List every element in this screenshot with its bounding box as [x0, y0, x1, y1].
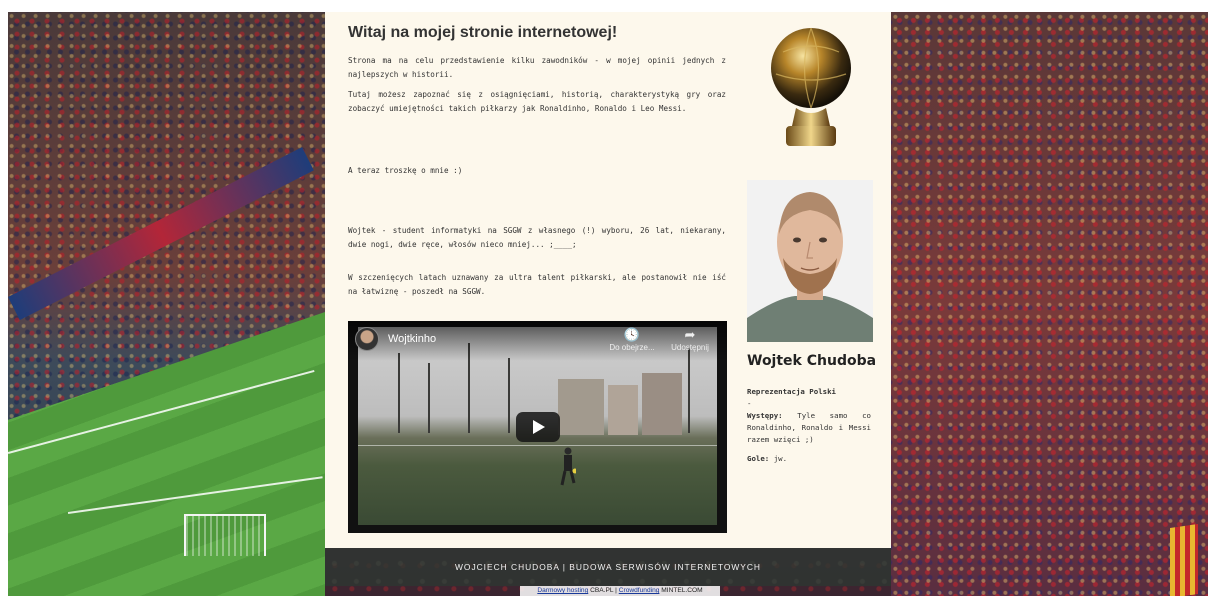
hosting-brand: CBA.PL — [590, 587, 614, 594]
footer-text: WOJCIECH CHUDOBA | BUDOWA SERWISÓW INTER… — [455, 562, 761, 572]
mintel-brand: MINTEL.COM — [661, 587, 703, 594]
team-label: Reprezentacja Polski — [747, 386, 871, 398]
share-label: Udostępnij — [671, 343, 709, 352]
profile-photo — [747, 180, 873, 342]
stadium-background-left — [8, 12, 325, 596]
watch-later-button[interactable]: 🕓 Do obejrze... — [602, 327, 662, 352]
player-figure — [560, 447, 576, 486]
share-button[interactable]: ➦ Udostępnij — [660, 327, 720, 352]
stadium-background-right — [891, 12, 1208, 596]
free-hosting-link[interactable]: Darmowy hosting — [537, 587, 588, 594]
hosting-separator: | — [615, 587, 617, 594]
catalan-flag — [1170, 524, 1198, 596]
appearances-label: Występy: — [747, 411, 783, 420]
hosting-bar: Darmowy hosting CBA.PL | Crowdfunding MI… — [520, 586, 720, 596]
team-name: Reprezentacja Polski — [747, 387, 836, 396]
building — [558, 379, 604, 435]
football-pitch — [8, 312, 325, 596]
clock-icon: 🕓 — [623, 327, 641, 342]
about-me-heading: A teraz troszkę o mnie :) — [348, 166, 463, 175]
goal-net — [184, 514, 266, 556]
window-frame-left — [0, 0, 8, 596]
watch-later-label: Do obejrze... — [609, 343, 655, 352]
play-icon[interactable] — [516, 412, 560, 442]
dash-separator: - — [747, 399, 752, 408]
about-me-paragraph: Wojtek - student informatyki na SGGW z w… — [348, 226, 726, 249]
goals-label: Gole: — [747, 454, 770, 463]
youtube-video-player[interactable]: Wojtkinho 🕓 Do obejrze... ➦ Udostępnij — [348, 321, 727, 533]
building — [642, 373, 682, 435]
channel-avatar[interactable] — [355, 327, 379, 351]
window-frame-top — [0, 0, 1214, 12]
intro-paragraph-2: Tutaj możesz zapoznać się z osiągnięciam… — [348, 90, 726, 113]
site-footer: WOJCIECH CHUDOBA | BUDOWA SERWISÓW INTER… — [325, 548, 891, 586]
video-channel-title[interactable]: Wojtkinho — [388, 333, 436, 345]
page-title: Witaj na mojej stronie internetowej! — [348, 24, 618, 41]
building — [608, 385, 638, 435]
player-name: Wojtek Chudoba — [747, 353, 877, 369]
golden-ball-trophy-icon — [771, 27, 851, 146]
advertising-board — [8, 147, 314, 321]
goals-info: Gole: jw. — [747, 453, 871, 465]
crowdfunding-link[interactable]: Crowdfunding — [619, 587, 660, 594]
window-frame-right — [1208, 0, 1214, 596]
content-panel: Witaj na mojej stronie internetowej! Str… — [325, 12, 891, 548]
about-me-paragraph-2: W szczenięcych latach uznawany za ultra … — [348, 273, 726, 296]
intro-paragraph: Strona ma na celu przedstawienie kilku z… — [348, 56, 726, 79]
appearances-info: Występy: Tyle samo co Ronaldinho, Ronald… — [747, 410, 871, 446]
goals-value: jw. — [773, 454, 788, 463]
share-arrow-icon: ➦ — [684, 327, 696, 342]
